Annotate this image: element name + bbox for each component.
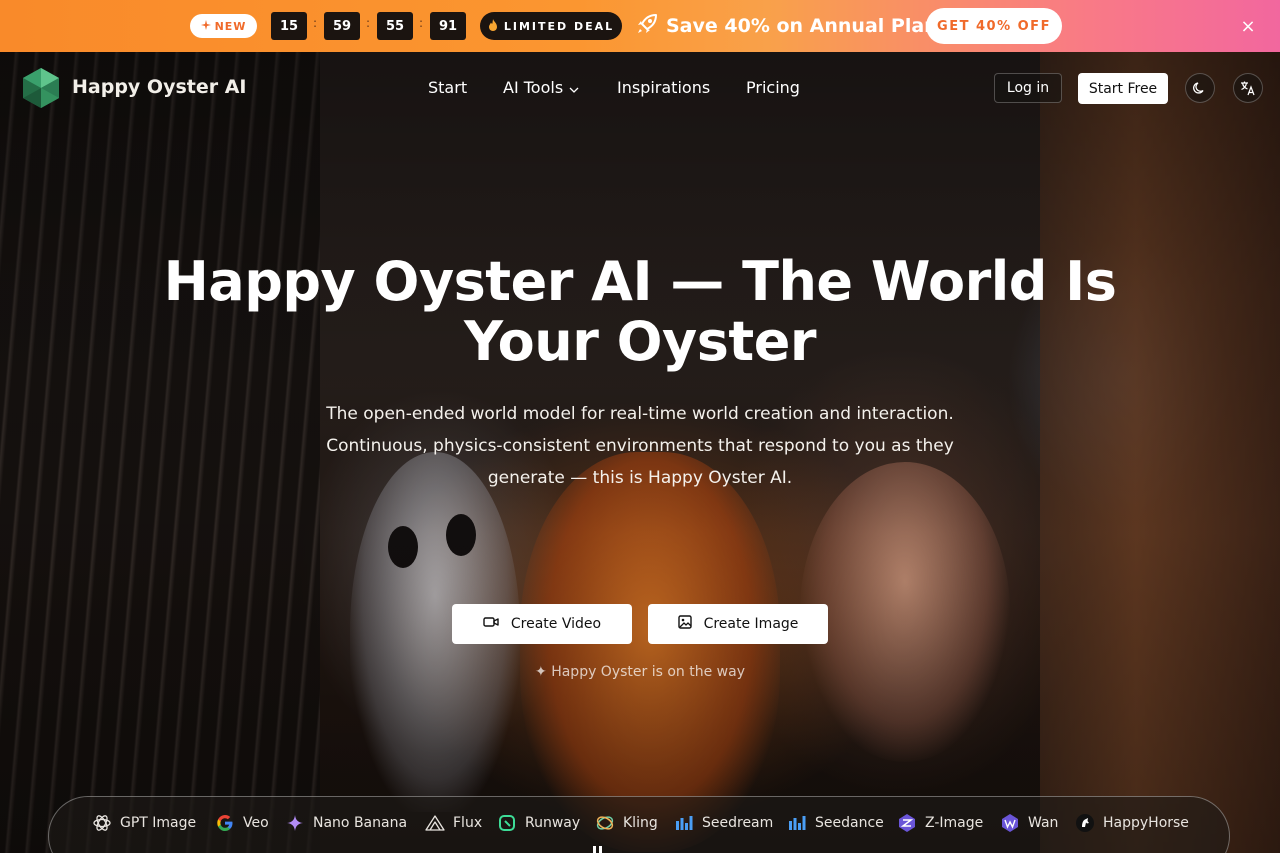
timer-separator: : bbox=[366, 16, 371, 30]
fire-icon bbox=[488, 18, 498, 34]
timer-centiseconds: 91 bbox=[430, 12, 466, 40]
limited-deal-badge: LIMITED DEAL bbox=[480, 12, 622, 40]
model-name: Veo bbox=[243, 815, 269, 831]
model-name: Nano Banana bbox=[313, 815, 408, 831]
create-image-button[interactable]: Create Image bbox=[648, 604, 828, 644]
model-seedance[interactable]: Seedance bbox=[787, 812, 884, 834]
model-z-image[interactable]: Z-Image bbox=[897, 812, 983, 834]
translate-icon[interactable] bbox=[1233, 73, 1263, 103]
brand-name[interactable]: Happy Oyster AI bbox=[72, 76, 247, 98]
video-camera-icon bbox=[483, 616, 499, 632]
timer-minutes: 59 bbox=[324, 12, 360, 40]
model-name: HappyHorse bbox=[1103, 815, 1189, 831]
create-video-button[interactable]: Create Video bbox=[452, 604, 632, 644]
seedance-icon bbox=[787, 813, 807, 833]
flux-icon bbox=[425, 813, 445, 833]
login-button[interactable]: Log in bbox=[994, 73, 1062, 103]
model-name: Z-Image bbox=[925, 815, 984, 831]
limited-deal-label: LIMITED DEAL bbox=[503, 19, 615, 33]
wan-icon bbox=[1000, 813, 1020, 833]
image-icon bbox=[677, 615, 692, 633]
model-wan[interactable]: Wan bbox=[1000, 812, 1058, 834]
timer-seconds: 55 bbox=[377, 12, 413, 40]
nav-link-inspirations[interactable]: Inspirations bbox=[617, 78, 710, 97]
create-video-label: Create Video bbox=[510, 616, 602, 632]
close-icon[interactable]: × bbox=[1238, 16, 1258, 37]
hero-subtitle: The open-ended world model for real-time… bbox=[326, 404, 954, 488]
model-runway[interactable]: Runway bbox=[497, 812, 580, 834]
timer-separator: : bbox=[419, 16, 424, 30]
promo-message-text: Save 40% on Annual Plans bbox=[666, 15, 950, 37]
runway-icon bbox=[497, 813, 517, 833]
pause-icon[interactable] bbox=[593, 846, 605, 853]
new-badge-label: NEW bbox=[214, 19, 247, 33]
model-name: Flux bbox=[453, 815, 483, 831]
model-name: Seedance bbox=[815, 815, 884, 831]
model-name: Kling bbox=[623, 815, 658, 831]
new-badge: NEW bbox=[190, 14, 257, 38]
model-name: Runway bbox=[525, 815, 581, 831]
create-image-label: Create Image bbox=[703, 616, 799, 632]
model-name: Wan bbox=[1028, 815, 1059, 831]
happyhorse-icon bbox=[1075, 813, 1095, 833]
brand-logo[interactable] bbox=[20, 66, 62, 110]
timer-separator: : bbox=[313, 16, 318, 30]
sparkle-icon bbox=[200, 19, 211, 33]
promo-message: Save 40% on Annual Plans bbox=[636, 12, 949, 40]
kling-icon bbox=[595, 813, 615, 833]
z-image-icon bbox=[897, 813, 917, 833]
model-gpt-image[interactable]: GPT Image bbox=[92, 812, 196, 834]
chevron-down-icon bbox=[569, 78, 579, 97]
google-icon bbox=[215, 813, 235, 833]
model-veo[interactable]: Veo bbox=[215, 812, 269, 834]
rocket-icon bbox=[636, 13, 658, 40]
sparkle-icon bbox=[285, 813, 305, 833]
model-nano-banana[interactable]: Nano Banana bbox=[285, 812, 407, 834]
nav-link-ai-tools-label: AI Tools bbox=[503, 78, 564, 97]
start-free-button[interactable]: Start Free bbox=[1078, 73, 1168, 104]
nav-link-ai-tools[interactable]: AI Tools bbox=[503, 78, 579, 97]
model-name: GPT Image bbox=[120, 815, 197, 831]
model-flux[interactable]: Flux bbox=[425, 812, 482, 834]
get-discount-button[interactable]: GET 40% OFF bbox=[926, 8, 1062, 44]
hero-title: Happy Oyster AI — The World Is Your Oyst… bbox=[163, 250, 1117, 373]
openai-icon bbox=[92, 813, 112, 833]
promo-banner: NEW 15 : 59 : 55 : 91 LIMITED DEAL Save … bbox=[0, 0, 1280, 52]
coming-soon-note: ✦ Happy Oyster is on the way bbox=[535, 664, 745, 680]
model-happyhorse[interactable]: HappyHorse bbox=[1075, 812, 1189, 834]
model-name: Seedream bbox=[702, 815, 774, 831]
seedream-icon bbox=[674, 813, 694, 833]
moon-icon[interactable] bbox=[1185, 73, 1215, 103]
model-kling[interactable]: Kling bbox=[595, 812, 658, 834]
timer-hours: 15 bbox=[271, 12, 307, 40]
model-seedream[interactable]: Seedream bbox=[674, 812, 773, 834]
nav-link-start[interactable]: Start bbox=[428, 78, 467, 97]
nav-link-pricing[interactable]: Pricing bbox=[746, 78, 800, 97]
